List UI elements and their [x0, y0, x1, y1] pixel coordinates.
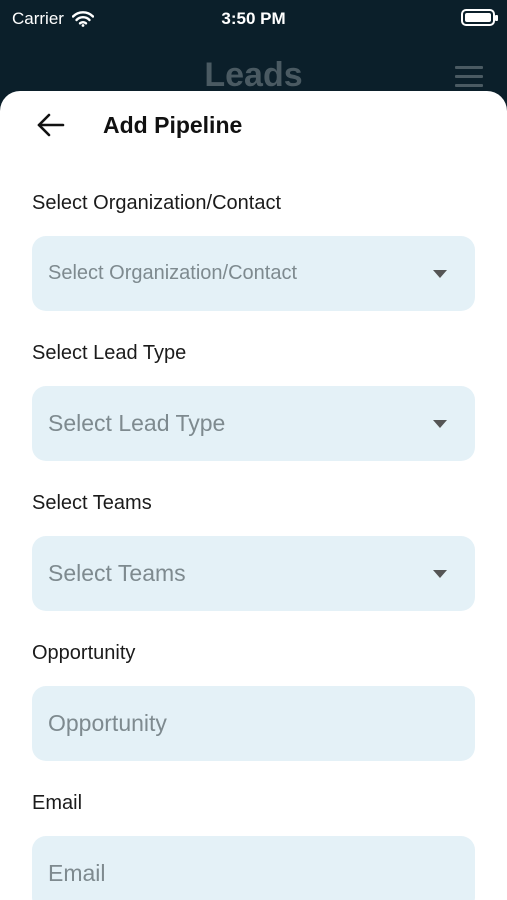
teams-placeholder: Select Teams	[48, 560, 186, 586]
teams-label: Select Teams	[32, 492, 152, 514]
chevron-down-icon	[433, 570, 447, 578]
menu-icon	[455, 66, 483, 93]
chevron-down-icon	[433, 420, 447, 428]
organization-contact-dropdown[interactable]: Select Organization/Contact	[32, 236, 475, 311]
organization-contact-label: Select Organization/Contact	[32, 192, 282, 214]
sheet-title: Add Pipeline	[103, 112, 243, 138]
opportunity-placeholder: Opportunity	[48, 710, 167, 736]
status-time: 3:50 PM	[221, 9, 286, 28]
email-input[interactable]: Email	[32, 836, 475, 900]
lead-type-placeholder: Select Lead Type	[48, 410, 226, 436]
opportunity-input[interactable]: Opportunity	[32, 686, 475, 761]
add-pipeline-sheet: Add Pipeline Select Organization/Contact…	[0, 91, 507, 900]
teams-dropdown[interactable]: Select Teams	[32, 536, 475, 611]
battery-icon	[461, 9, 498, 26]
sheet-header: Add Pipeline	[0, 91, 507, 159]
status-right	[461, 9, 498, 26]
email-label: Email	[32, 792, 83, 814]
back-arrow-icon[interactable]	[36, 111, 66, 139]
organization-contact-placeholder: Select Organization/Contact	[48, 262, 298, 284]
lead-type-dropdown[interactable]: Select Lead Type	[32, 386, 475, 461]
opportunity-label: Opportunity	[32, 642, 136, 664]
email-placeholder: Email	[48, 860, 106, 886]
pipeline-form: Select Organization/Contact Select Organ…	[0, 191, 507, 900]
background-header: Leads	[0, 40, 507, 94]
status-bar: Carrier 3:50 PM	[0, 0, 507, 40]
background-title: Leads	[204, 56, 303, 94]
lead-type-label: Select Lead Type	[32, 342, 187, 364]
chevron-down-icon	[433, 270, 447, 278]
